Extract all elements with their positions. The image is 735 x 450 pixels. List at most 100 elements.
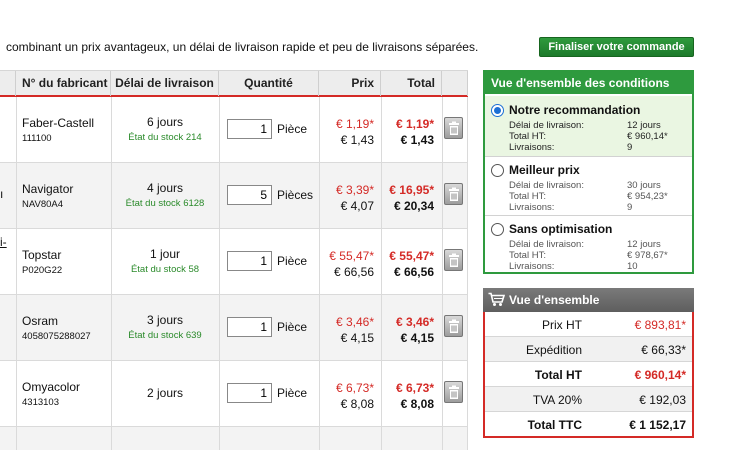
header-cell-actions bbox=[442, 71, 468, 96]
option-deliveries-label: Livraisons: bbox=[509, 202, 555, 213]
quantity-input[interactable] bbox=[227, 317, 272, 337]
option-total-value: € 978,67* bbox=[627, 250, 668, 261]
finalize-order-button[interactable]: Finaliser votre commande bbox=[539, 37, 694, 57]
conditions-panel: Vue d'ensemble des conditions Notre reco… bbox=[483, 70, 694, 274]
line-total-gross: € 4,15 bbox=[400, 331, 434, 345]
delete-item-button[interactable] bbox=[444, 183, 463, 205]
summary-row-shipping: Expédition € 66,33* bbox=[485, 337, 692, 362]
quantity-input[interactable] bbox=[227, 119, 272, 139]
option-deliveries-value: 10 bbox=[627, 261, 638, 272]
delivery-delay: 4 jours bbox=[146, 181, 184, 195]
quantity-unit: Pièce bbox=[277, 320, 308, 334]
radio-recommendation[interactable] bbox=[491, 104, 504, 117]
delivery-delay: 3 jours bbox=[146, 313, 184, 327]
line-total-net: € 3,46* bbox=[395, 315, 434, 329]
header-cell-blank bbox=[0, 71, 16, 96]
quantity-input[interactable] bbox=[227, 251, 272, 271]
option-delay-label: Délai de livraison: bbox=[509, 239, 584, 250]
manufacturer-name: Navigator bbox=[22, 182, 74, 196]
unit-price-gross: € 1,43 bbox=[340, 133, 374, 147]
line-total-gross: € 20,34 bbox=[393, 199, 434, 213]
line-total-net: € 6,73* bbox=[395, 381, 434, 395]
summary-label: Total TTC bbox=[527, 418, 582, 432]
unit-price-net: € 55,47* bbox=[329, 249, 374, 263]
radio-no-optimization[interactable] bbox=[491, 223, 504, 236]
quantity-unit: Pièce bbox=[277, 122, 308, 136]
header-total: Total bbox=[381, 71, 442, 96]
delivery-delay: 2 jours bbox=[146, 386, 184, 400]
intro-text: combinant un prix avantageux, un délai d… bbox=[6, 40, 479, 54]
delete-item-button[interactable] bbox=[444, 315, 463, 337]
trash-icon bbox=[449, 187, 459, 201]
summary-value: € 960,14* bbox=[634, 368, 686, 382]
unit-price-net: € 1,19* bbox=[335, 117, 374, 131]
unit-price-net: € 3,39* bbox=[335, 183, 374, 197]
table-row: Omyacolor 4313103 2 jours Pièce € 6,73* … bbox=[0, 361, 468, 427]
stock-status: État du stock 58 bbox=[130, 264, 200, 275]
summary-header: Vue d'ensemble bbox=[483, 288, 694, 312]
trash-icon bbox=[449, 253, 459, 267]
option-delay-label: Délai de livraison: bbox=[509, 120, 584, 131]
summary-value: € 1 152,17 bbox=[629, 418, 686, 432]
manufacturer-ref: 4313103 bbox=[22, 397, 59, 408]
summary-row-total-ttc: Total TTC € 1 152,17 bbox=[485, 412, 692, 437]
quantity-input[interactable] bbox=[227, 383, 272, 403]
option-deliveries-label: Livraisons: bbox=[509, 142, 555, 153]
option-best-price[interactable]: Meilleur prix Délai de livraison: 30 jou… bbox=[485, 157, 692, 216]
summary-value: € 192,03 bbox=[639, 393, 686, 407]
option-total-label: Total HT: bbox=[509, 250, 546, 261]
quantity-unit: Pièces bbox=[277, 188, 314, 202]
stock-status: État du stock 214 bbox=[128, 132, 202, 143]
line-total-gross: € 66,56 bbox=[393, 265, 434, 279]
option-delay-label: Délai de livraison: bbox=[509, 180, 584, 191]
truncated-product-link[interactable]: i- bbox=[0, 235, 7, 249]
summary-value: € 893,81* bbox=[634, 318, 686, 332]
line-total-gross: € 1,43 bbox=[400, 133, 434, 147]
manufacturer-name: Topstar bbox=[22, 248, 62, 262]
table-header: N° du fabricant Délai de livraison Quant… bbox=[0, 70, 468, 97]
delivery-delay: 1 jour bbox=[149, 247, 181, 261]
conditions-title: Vue d'ensemble des conditions bbox=[485, 72, 692, 94]
summary-row-vat: TVA 20% € 192,03 bbox=[485, 387, 692, 412]
line-total-net: € 16,95* bbox=[389, 183, 434, 197]
delete-item-button[interactable] bbox=[444, 249, 463, 271]
product-table: N° du fabricant Délai de livraison Quant… bbox=[0, 70, 468, 450]
option-deliveries-value: 9 bbox=[627, 202, 633, 213]
option-title: Meilleur prix bbox=[509, 163, 580, 177]
summary-row-total-ht: Total HT € 960,14* bbox=[485, 362, 692, 387]
line-total-gross: € 8,08 bbox=[400, 397, 434, 411]
option-deliveries-label: Livraisons: bbox=[509, 261, 555, 272]
option-total-label: Total HT: bbox=[509, 131, 546, 142]
header-delay: Délai de livraison bbox=[111, 71, 219, 96]
summary-label: Total HT bbox=[534, 368, 582, 382]
option-title: Sans optimisation bbox=[509, 222, 613, 236]
delete-item-button[interactable] bbox=[444, 117, 463, 139]
delivery-delay: 6 jours bbox=[146, 115, 184, 129]
delete-item-button[interactable] bbox=[444, 381, 463, 403]
manufacturer-name: Omyacolor bbox=[22, 380, 81, 394]
summary-value: € 66,33* bbox=[641, 343, 686, 357]
table-row: i- Topstar P020G22 1 jour État du stock … bbox=[0, 229, 468, 295]
line-total-net: € 1,19* bbox=[395, 117, 434, 131]
option-total-value: € 960,14* bbox=[627, 131, 668, 142]
option-total-value: € 954,23* bbox=[627, 191, 668, 202]
unit-price-gross: € 66,56 bbox=[333, 265, 374, 279]
option-recommendation[interactable]: Notre recommandation Délai de livraison:… bbox=[485, 96, 692, 157]
quantity-input[interactable] bbox=[227, 185, 272, 205]
quantity-unit: Pièce bbox=[277, 386, 308, 400]
option-delay-value: 12 jours bbox=[627, 239, 661, 250]
summary-row-net-price: Prix HT € 893,81* bbox=[485, 312, 692, 337]
table-row: Osram 4058075288027 3 jours État du stoc… bbox=[0, 295, 468, 361]
stock-status: État du stock 639 bbox=[128, 330, 202, 341]
manufacturer-name: Faber-Castell bbox=[22, 116, 95, 130]
header-maker: N° du fabricant bbox=[16, 71, 111, 96]
option-title: Notre recommandation bbox=[509, 103, 641, 117]
radio-best-price[interactable] bbox=[491, 164, 504, 177]
stock-status: État du stock 6128 bbox=[125, 198, 205, 209]
trash-icon bbox=[449, 385, 459, 399]
option-delay-value: 30 jours bbox=[627, 180, 661, 191]
manufacturer-ref: 111100 bbox=[22, 133, 52, 144]
manufacturer-name: Osram bbox=[22, 314, 58, 328]
line-total-net: € 55,47* bbox=[389, 249, 434, 263]
option-no-optimization[interactable]: Sans optimisation Délai de livraison: 12… bbox=[485, 216, 692, 272]
